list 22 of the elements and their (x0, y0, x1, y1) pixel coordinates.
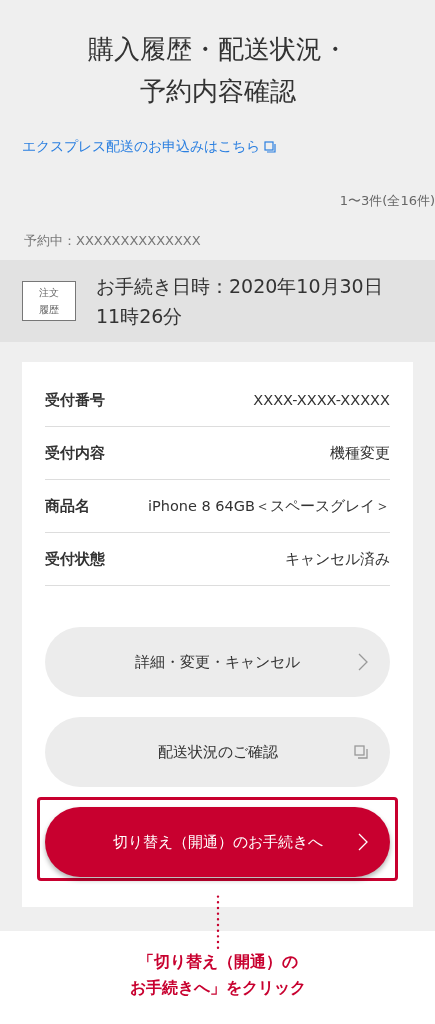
detail-label: 受付内容 (45, 443, 105, 463)
action-button[interactable]: 詳細・変更・キャンセル (45, 627, 390, 697)
external-window-icon (354, 745, 368, 759)
detail-label: 受付番号 (45, 390, 105, 410)
detail-value: iPhone 8 64GB＜スペースグレイ＞ (147, 496, 390, 516)
action-button[interactable]: 配送状況のご確認 (45, 717, 390, 787)
detail-value: XXXX-XXXX-XXXXX (253, 392, 390, 408)
detail-label: 受付状態 (45, 549, 105, 569)
annotation-text: 「切り替え（開通）の お手続きへ」をクリック (129, 951, 306, 999)
order-history-tag: 注文履歴 (22, 281, 76, 321)
reservation-number: 予約中：XXXXXXXXXXXXXX (24, 232, 202, 250)
chevron-right-icon (358, 653, 368, 671)
chevron-right-icon (358, 833, 368, 851)
detail-value: キャンセル済み (285, 549, 390, 569)
action-button[interactable]: 切り替え（開通）のお手続きへ (45, 807, 390, 877)
external-window-icon (264, 141, 276, 153)
result-count: 1〜3件(全16件) (338, 192, 435, 210)
express-delivery-link[interactable]: エクスプレス配送のお申込みはこちら (22, 138, 260, 156)
page-title: 購入履歴・配送状況・予約内容確認 (86, 33, 349, 108)
procedure-datetime: お手続き日時：2020年10月30日11時26分 (96, 274, 384, 329)
detail-value: 機種変更 (330, 443, 390, 463)
detail-label: 商品名 (45, 496, 90, 516)
